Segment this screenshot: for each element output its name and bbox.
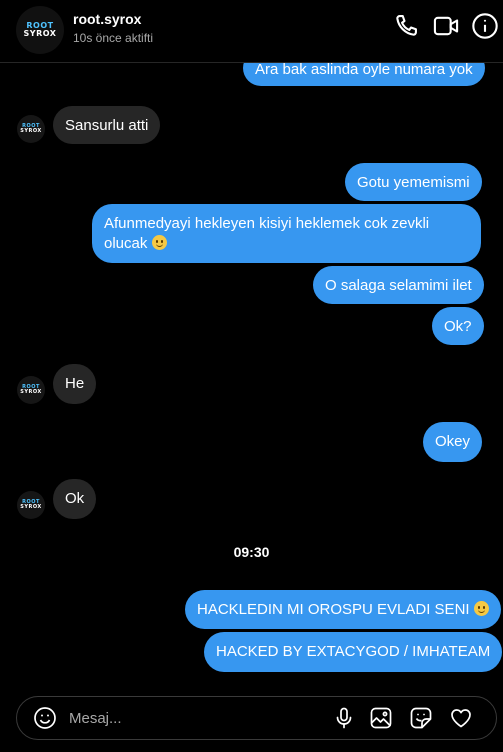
message-list[interactable]: Ara bak aslinda oyle numara yok ROOT SYR… [0, 0, 503, 690]
sender-avatar[interactable]: ROOT SYROX [17, 491, 45, 519]
message-text: HACKED BY EXTACYGOD / IMHATEAM [216, 643, 491, 660]
message-outgoing[interactable]: Ok? [432, 307, 484, 345]
heart-icon[interactable] [449, 706, 473, 730]
message-outgoing[interactable]: O salaga selamimi ilet [313, 266, 484, 304]
sender-avatar[interactable]: ROOT SYROX [17, 115, 45, 143]
profile-avatar[interactable]: ROOT SYROX [16, 6, 64, 54]
message-outgoing[interactable]: HACKLEDIN MI OROSPU EVLADI SENI [185, 590, 501, 629]
message-text: Ara bak aslinda oyle numara yok [255, 61, 473, 78]
timestamp-divider: 09:30 [233, 544, 270, 560]
avatar-logo-text: SYROX [20, 504, 42, 510]
microphone-icon[interactable] [332, 706, 356, 730]
message-text: Okey [435, 433, 471, 450]
smile-emoji-icon [473, 601, 489, 616]
emoji-icon[interactable] [33, 706, 57, 730]
message-input[interactable]: Mesaj... [69, 710, 122, 727]
message-incoming[interactable]: He [53, 364, 97, 404]
sender-avatar[interactable]: ROOT SYROX [17, 376, 45, 404]
message-text: O salaga selamimi ilet [325, 277, 472, 294]
message-outgoing[interactable]: Okey [423, 422, 483, 462]
message-text: Afunmedyayi hekleyen kisiyi heklemek cok… [104, 215, 430, 232]
chat-header: ROOT SYROX root.syrox 10s önce aktifti [0, 0, 503, 63]
message-incoming[interactable]: Sansurlu atti [53, 106, 161, 144]
avatar-logo-text: SYROX [20, 389, 42, 395]
message-text: olucak [104, 235, 148, 252]
active-status: 10s önce aktifti [73, 31, 154, 45]
smile-emoji-icon [151, 235, 167, 250]
sticker-icon[interactable] [409, 706, 433, 730]
message-outgoing[interactable]: HACKED BY EXTACYGOD / IMHATEAM [204, 632, 503, 672]
video-icon[interactable] [432, 12, 460, 40]
phone-icon[interactable] [392, 12, 420, 40]
message-incoming[interactable]: Ok [53, 479, 97, 519]
message-composer[interactable]: Mesaj... [16, 696, 497, 740]
image-icon[interactable] [369, 706, 393, 730]
message-text: Ok [65, 490, 85, 507]
message-outgoing[interactable]: Afunmedyayi hekleyen kisiyi heklemek cok… [92, 204, 481, 263]
message-text: HACKLEDIN MI OROSPU EVLADI SENI [197, 601, 470, 618]
message-outgoing[interactable]: Gotu yememismi [345, 163, 482, 201]
info-icon[interactable] [471, 12, 499, 40]
chat-username[interactable]: root.syrox [73, 11, 141, 27]
message-text: Gotu yememismi [357, 174, 470, 191]
message-text: He [65, 375, 85, 392]
avatar-logo-text: SYROX [23, 29, 57, 38]
avatar-logo-text: SYROX [20, 128, 42, 134]
message-text: Ok? [444, 318, 472, 335]
message-text: Sansurlu atti [65, 117, 149, 134]
